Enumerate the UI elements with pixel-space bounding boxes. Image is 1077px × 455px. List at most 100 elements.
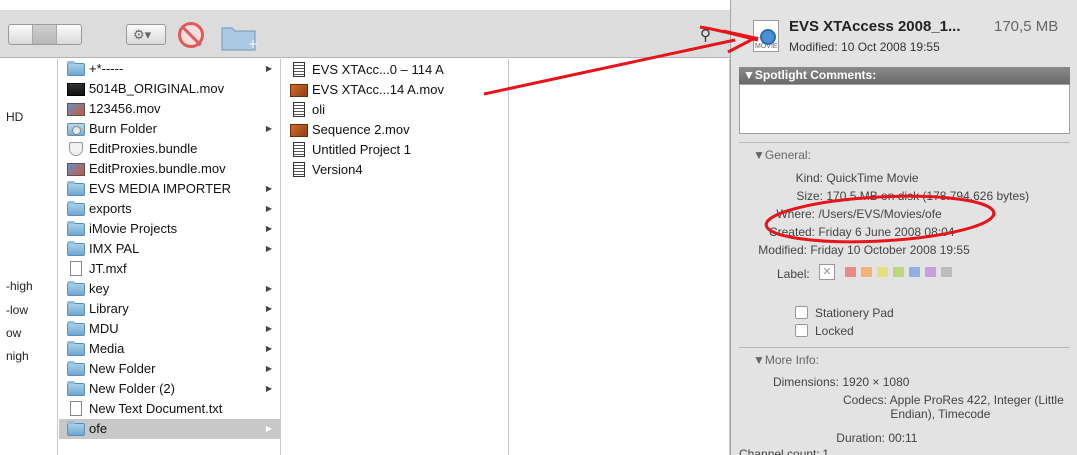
movie-icon — [290, 124, 308, 137]
disclosure-triangle-icon: ▼ — [753, 353, 765, 367]
label-color-swatch[interactable] — [893, 267, 904, 277]
general-header[interactable]: ▼General: — [753, 148, 811, 162]
project-icon — [293, 142, 305, 157]
list-item-label: Untitled Project 1 — [312, 142, 411, 157]
gear-icon: ⚙▾ — [133, 27, 152, 42]
disclosure-arrow-icon: ▶ — [265, 224, 272, 233]
list-item[interactable]: EVS MEDIA IMPORTER ▶ — [59, 179, 280, 199]
list-item[interactable]: ofe ▶ — [59, 419, 280, 439]
no-entry-icon[interactable] — [178, 22, 204, 48]
info-row-created: Created: Friday 6 June 2008 08:04 — [768, 225, 955, 239]
quicktime-file-icon: MOVIE — [753, 20, 779, 52]
new-folder-button[interactable]: + — [218, 22, 262, 52]
list-item-label: EVS XTAcc...14 A.mov — [312, 82, 444, 97]
svg-text:+: + — [248, 37, 258, 51]
list-item[interactable]: EVS XTAcc...14 A.mov — [282, 80, 508, 100]
list-item-label: Burn Folder — [89, 121, 157, 136]
list-item-label: EditProxies.bundle — [89, 141, 198, 156]
disclosure-arrow-icon: ▶ — [265, 364, 272, 373]
locked-checkbox[interactable] — [795, 324, 808, 337]
list-item[interactable]: JT.mxf — [59, 259, 280, 279]
list-item[interactable]: Burn Folder ▶ — [59, 119, 280, 139]
list-item[interactable]: New Folder ▶ — [59, 359, 280, 379]
list-item[interactable]: exports ▶ — [59, 199, 280, 219]
folder-icon — [67, 241, 85, 256]
list-item-label: New Folder — [89, 361, 156, 376]
file-modified: Modified: 10 Oct 2008 19:55 — [789, 40, 940, 54]
list-item[interactable]: iMovie Projects ▶ — [59, 219, 280, 239]
label-caption: Label: — [777, 267, 810, 281]
spotlight-comments-field[interactable] — [739, 84, 1070, 134]
folder-icon — [67, 281, 85, 296]
search-icon[interactable]: ⚲ — [700, 26, 720, 46]
list-item[interactable]: 123456.mov — [59, 99, 280, 119]
label-none-button[interactable]: ✕ — [819, 264, 835, 280]
list-item[interactable]: Untitled Project 1 — [282, 140, 508, 160]
list-item[interactable]: +*----- ▶ — [59, 59, 280, 79]
list-item-label: Media — [89, 341, 125, 356]
list-item[interactable]: EditProxies.bundle.mov — [59, 159, 280, 179]
list-item[interactable]: oli — [282, 100, 508, 120]
disclosure-arrow-icon: ▶ — [265, 344, 272, 353]
movie-icon — [67, 163, 85, 176]
label-color-swatch[interactable] — [909, 267, 920, 277]
info-panel: MOVIE EVS XTAccess 2008_1... 170,5 MB Mo… — [730, 0, 1077, 455]
disclosure-arrow-icon: ▶ — [265, 244, 272, 253]
label-color-swatch[interactable] — [941, 267, 952, 277]
view-mode-control — [8, 24, 82, 45]
list-item[interactable]: EVS XTAcc...0 – 114 A — [282, 60, 508, 80]
list-item-label: Version4 — [312, 162, 363, 177]
list-item[interactable]: 5014B_ORIGINAL.mov — [59, 79, 280, 99]
more-info-header[interactable]: ▼More Info: — [753, 353, 819, 367]
label-color-swatch[interactable] — [861, 267, 872, 277]
disclosure-arrow-icon: ▶ — [265, 184, 272, 193]
sidebar-item[interactable]: -low — [6, 303, 28, 317]
list-item[interactable]: IMX PAL ▶ — [59, 239, 280, 259]
list-item-label: +*----- — [89, 61, 124, 76]
disclosure-arrow-icon: ▶ — [265, 304, 272, 313]
list-item[interactable]: Library ▶ — [59, 299, 280, 319]
list-view-icon[interactable] — [9, 25, 33, 44]
locked-label: Locked — [815, 324, 854, 338]
spotlight-comments-header[interactable]: ▼Spotlight Comments: — [739, 67, 1070, 84]
list-item[interactable]: EditProxies.bundle — [59, 139, 280, 159]
movie-icon — [67, 83, 85, 96]
list-item[interactable]: Media ▶ — [59, 339, 280, 359]
folder-icon — [67, 361, 85, 376]
label-color-swatch[interactable] — [925, 267, 936, 277]
label-color-swatch[interactable] — [877, 267, 888, 277]
list-item[interactable]: New Folder (2) ▶ — [59, 379, 280, 399]
info-row-dimensions: Dimensions: 1920 × 1080 — [772, 375, 910, 389]
info-row-duration: Duration: 00:11 — [836, 431, 918, 445]
label-color-swatch[interactable] — [845, 267, 856, 277]
sidebar-item[interactable]: ow — [6, 326, 21, 340]
document-icon — [70, 261, 82, 276]
sidebar: HD -high -low ow nigh — [0, 59, 58, 455]
sidebar-item[interactable]: -high — [6, 279, 33, 293]
list-item-label: EVS XTAcc...0 – 114 A — [312, 62, 444, 77]
action-gear-button[interactable]: ⚙▾ — [126, 24, 166, 45]
finder-column-2: EVS XTAcc...0 – 114 A EVS XTAcc...14 A.mo… — [282, 59, 509, 455]
folder-icon — [67, 181, 85, 196]
list-item[interactable]: key ▶ — [59, 279, 280, 299]
sidebar-item[interactable]: HD — [6, 110, 23, 124]
list-item[interactable]: MDU ▶ — [59, 319, 280, 339]
stationery-pad-checkbox[interactable] — [795, 306, 808, 319]
info-row-where: Where: /Users/EVS/Movies/ofe — [776, 207, 942, 221]
list-item-label: New Folder (2) — [89, 381, 175, 396]
coverflow-view-icon[interactable] — [57, 25, 81, 44]
movie-icon — [67, 103, 85, 116]
list-item-label: Library — [89, 301, 129, 316]
sidebar-item[interactable]: nigh — [6, 349, 29, 363]
info-row-kind: Kind: QuickTime Movie — [795, 171, 919, 185]
folder-icon — [67, 301, 85, 316]
project-icon — [293, 62, 305, 77]
list-item[interactable]: New Text Document.txt — [59, 399, 280, 419]
column-view-icon[interactable] — [33, 25, 57, 44]
disclosure-arrow-icon: ▶ — [265, 384, 272, 393]
folder-icon — [67, 421, 85, 436]
list-item[interactable]: Sequence 2.mov — [282, 120, 508, 140]
disclosure-triangle-icon: ▼ — [753, 148, 765, 162]
disclosure-arrow-icon: ▶ — [265, 424, 272, 433]
list-item[interactable]: Version4 — [282, 160, 508, 180]
